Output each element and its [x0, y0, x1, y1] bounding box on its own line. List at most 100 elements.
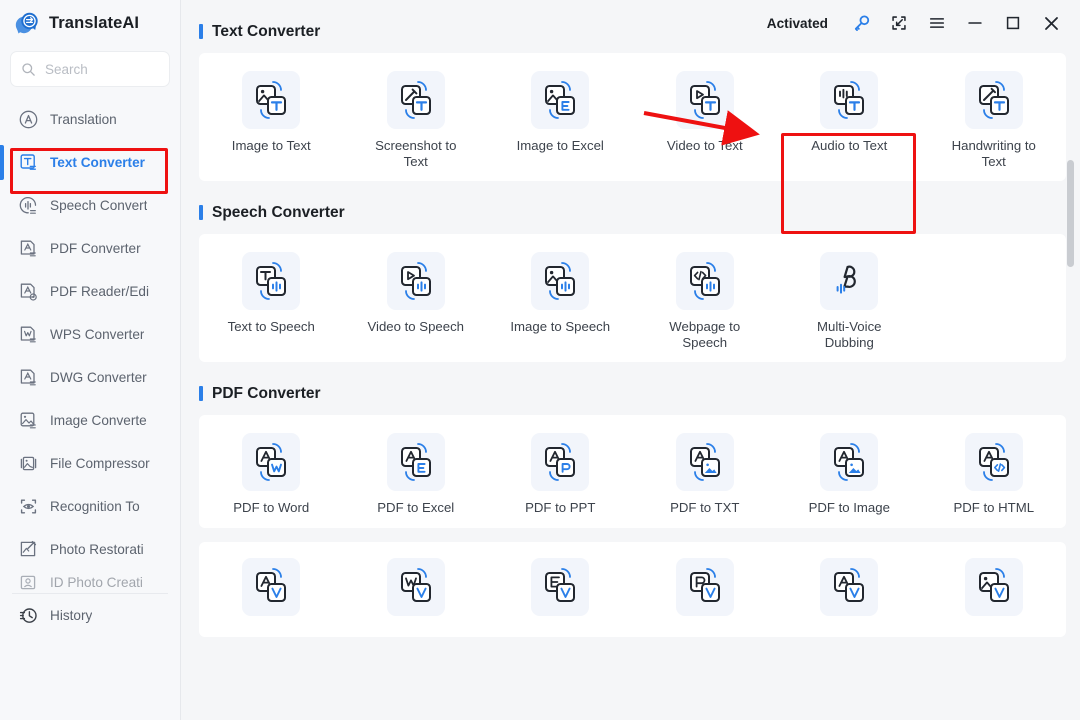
section-title: Speech Converter: [212, 203, 345, 221]
pdf-to-word-icon: [242, 433, 301, 491]
sidebar: TranslateAI Search Translation Text Conv…: [0, 0, 181, 720]
excel-to-pdf-icon: [531, 557, 590, 616]
tool-tile-word-to-pdf[interactable]: [199, 554, 344, 625]
tool-tile-label: Audio to Text: [811, 138, 888, 153]
tool-tile-label: Video to Speech: [367, 319, 465, 334]
tool-tile-pdf-to-txt[interactable]: PDF to TXT: [633, 429, 778, 516]
tool-tile-label: Image to Speech: [510, 319, 611, 334]
tool-tile-label: Image to Text: [231, 138, 311, 153]
pdf-reader-icon: [18, 281, 39, 302]
section-card-pdf-converter: PDF to Word PDF to Excel PDF to PPT PDF …: [199, 415, 1066, 528]
tool-tile-ppt-to-pdf[interactable]: [633, 554, 778, 625]
sidebar-item-photo-restoration[interactable]: Photo Restorati: [0, 528, 180, 571]
video-to-speech-icon: [386, 252, 445, 310]
tool-tile-pdf-to-ppt[interactable]: PDF to PPT: [488, 429, 633, 516]
main-content: Text Converter Image to Text Screenshot …: [181, 0, 1080, 720]
tool-tile-audio-to-text[interactable]: Audio to Text: [777, 67, 922, 169]
section-accent-bar: [199, 24, 203, 39]
section-accent-bar: [199, 386, 203, 401]
translation-icon: [18, 109, 39, 130]
sidebar-item-translation[interactable]: Translation: [0, 98, 180, 141]
sidebar-item-pdf-reader-editor[interactable]: PDF Reader/Edi: [0, 270, 180, 313]
tool-tile-video-to-speech[interactable]: Video to Speech: [344, 248, 489, 350]
shrink-icon[interactable]: [880, 6, 918, 40]
main-scrollbar[interactable]: [1067, 56, 1074, 714]
speech-convert-icon: [18, 195, 39, 216]
sidebar-item-id-photo-creation[interactable]: ID Photo Creati: [0, 571, 180, 593]
sidebar-item-wps-converter[interactable]: WPS Converter: [0, 313, 180, 356]
sidebar-item-image-converter[interactable]: Image Converte: [0, 399, 180, 442]
tool-tile-pdf-to-word[interactable]: PDF to Word: [199, 429, 344, 516]
sidebar-item-label: PDF Reader/Edi: [50, 284, 149, 299]
sidebar-item-file-compressor[interactable]: File Compressor: [0, 442, 180, 485]
key-icon[interactable]: [842, 6, 880, 40]
screenshot-to-text-icon: [386, 71, 445, 129]
tool-tile-label: Handwriting to Text: [951, 138, 1036, 169]
brand: TranslateAI: [0, 0, 180, 46]
tool-tile-label: Text to Speech: [227, 319, 315, 334]
minimize-icon[interactable]: [956, 6, 994, 40]
tool-tile-handwriting-to-text[interactable]: Handwriting to Text: [922, 67, 1067, 169]
tool-tile-webpage-to-speech[interactable]: Webpage to Speech: [633, 248, 778, 350]
handwriting-to-text-icon: [964, 71, 1023, 129]
tool-tile-excel-to-pdf[interactable]: [488, 554, 633, 625]
pdf-to-image-icon: [820, 433, 879, 491]
tool-tile-pdf-to-image[interactable]: PDF to Image: [777, 429, 922, 516]
tool-tile-label: PDF to Image: [808, 500, 890, 515]
tool-tile-pdf-to-excel[interactable]: PDF to Excel: [344, 429, 489, 516]
wps-converter-icon: [18, 324, 39, 345]
tool-tile-label: Webpage to Speech: [669, 319, 741, 350]
tool-tile-txt-to-pdf[interactable]: [777, 554, 922, 625]
sidebar-item-history[interactable]: History: [0, 594, 180, 637]
tool-tile-label: Video to Text: [666, 138, 743, 153]
pdf-converter-icon: [18, 238, 39, 259]
tool-tile-label: PDF to Excel: [377, 500, 455, 515]
sidebar-item-label: File Compressor: [50, 456, 150, 471]
search-input[interactable]: Search: [10, 51, 170, 87]
wps-to-pdf-icon: [386, 557, 445, 616]
translate-chat-logo-icon: [14, 10, 40, 36]
tool-tile-pdf-to-html[interactable]: PDF to HTML: [922, 429, 1067, 516]
multi-voice-dubbing-icon: [820, 252, 879, 310]
audio-to-text-icon: [820, 71, 879, 129]
sidebar-item-label: Image Converte: [50, 413, 147, 428]
tool-tile-multi-voice-dubbing[interactable]: Multi-Voice Dubbing: [777, 248, 922, 350]
sidebar-item-pdf-converter[interactable]: PDF Converter: [0, 227, 180, 270]
menu-icon[interactable]: [918, 6, 956, 40]
dwg-converter-icon: [18, 367, 39, 388]
webpage-to-speech-icon: [675, 252, 734, 310]
sidebar-item-label: ID Photo Creati: [50, 574, 143, 590]
tool-tile-wps-to-pdf[interactable]: [344, 554, 489, 625]
tool-tile-video-to-text[interactable]: Video to Text: [633, 67, 778, 169]
tool-tile-image-to-speech[interactable]: Image to Speech: [488, 248, 633, 350]
sidebar-item-dwg-converter[interactable]: DWG Converter: [0, 356, 180, 399]
scrollbar-thumb[interactable]: [1067, 160, 1074, 267]
section-title: Text Converter: [212, 22, 321, 40]
sidebar-item-label: WPS Converter: [50, 327, 145, 342]
sidebar-item-recognition-to[interactable]: Recognition To: [0, 485, 180, 528]
sidebar-item-text-converter[interactable]: Text Converter: [0, 141, 180, 184]
section-card-partial: [199, 541, 1067, 637]
pdf-to-ppt-icon: [531, 433, 590, 491]
search-placeholder: Search: [45, 61, 88, 77]
pdf-to-html-icon: [964, 433, 1023, 491]
recognition-icon: [18, 496, 39, 517]
sidebar-item-speech-convert[interactable]: Speech Convert: [0, 184, 180, 227]
section-card-speech-converter: Text to Speech Video to Speech Image to …: [199, 234, 1066, 362]
maximize-icon[interactable]: [994, 6, 1032, 40]
tool-tile-image-to-pdf[interactable]: [922, 554, 1067, 625]
tool-tile-text-to-speech[interactable]: Text to Speech: [199, 248, 344, 350]
section-header-speech-converter: Speech Converter: [199, 196, 1066, 229]
section-accent-bar: [199, 205, 203, 220]
history-icon: [18, 605, 39, 626]
pdf-to-excel-icon: [386, 433, 445, 491]
app-window: TranslateAI Search Translation Text Conv…: [0, 0, 1080, 720]
photo-restoration-icon: [18, 539, 39, 560]
image-to-excel-icon: [531, 71, 590, 129]
tool-tile-image-to-excel[interactable]: Image to Excel: [488, 67, 633, 169]
sidebar-item-label: DWG Converter: [50, 370, 147, 385]
tool-tile-screenshot-to-text[interactable]: Screenshot to Text: [344, 67, 489, 169]
tool-tile-label: Screenshot to Text: [375, 138, 457, 169]
close-icon[interactable]: [1032, 6, 1070, 40]
tool-tile-image-to-text[interactable]: Image to Text: [199, 67, 344, 169]
